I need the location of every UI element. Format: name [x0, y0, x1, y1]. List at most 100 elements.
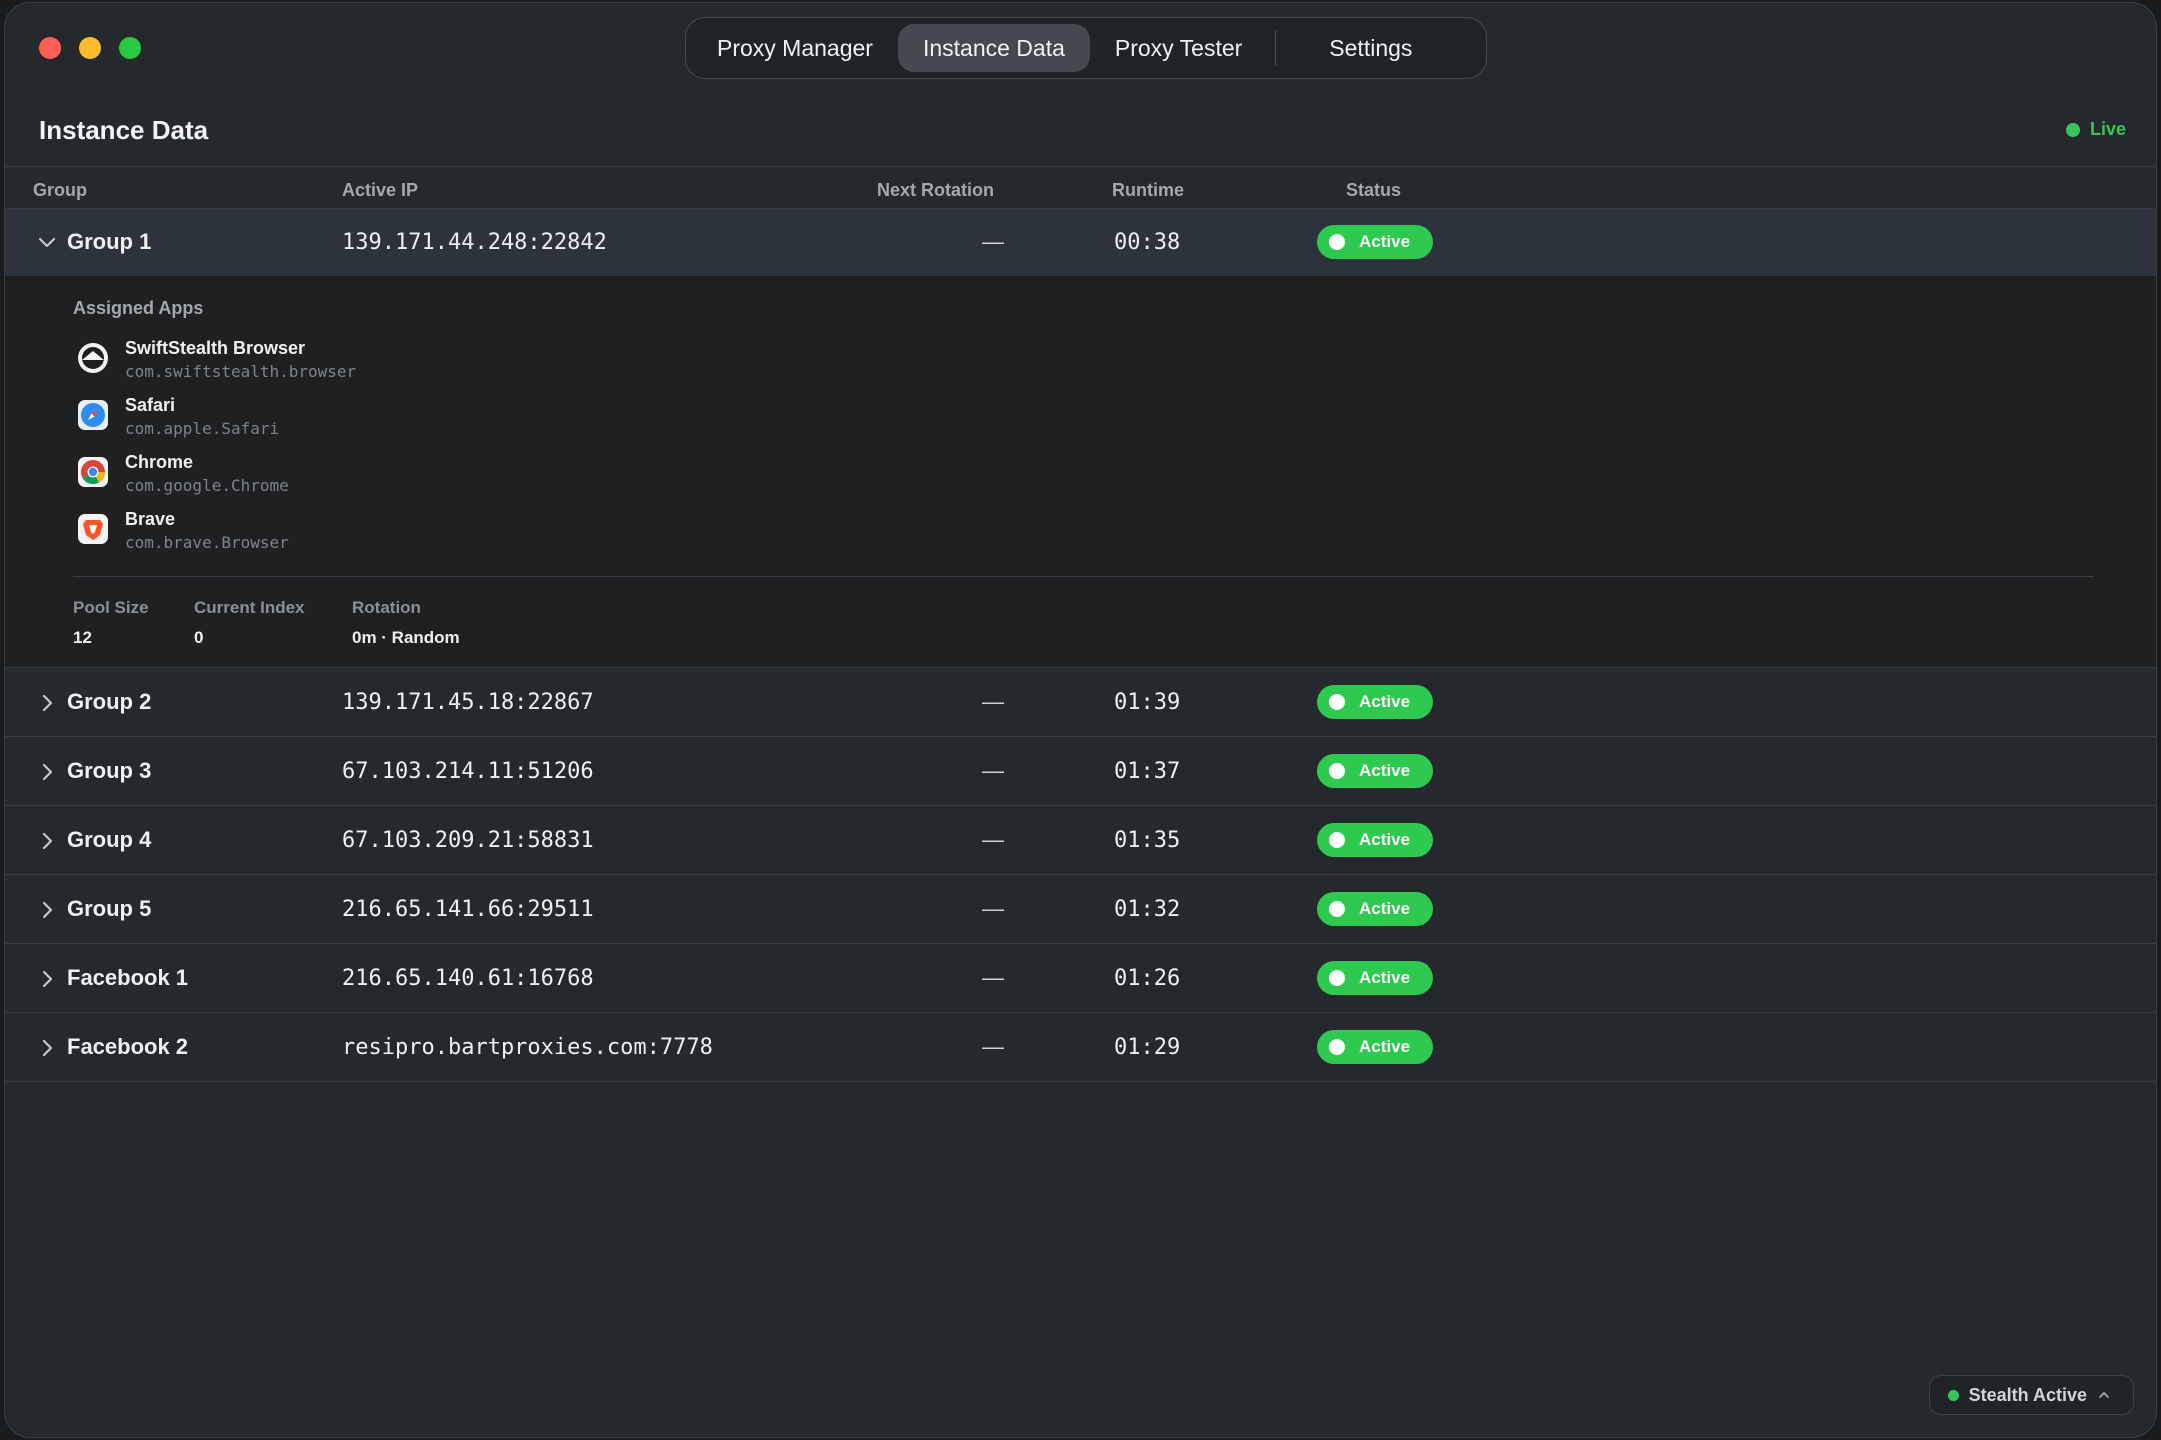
- active-ip: 67.103.209.21:58831: [342, 828, 594, 853]
- stealth-label: Stealth Active: [1968, 1384, 2087, 1405]
- group-name: Group 3: [67, 758, 152, 783]
- column-header-group[interactable]: Group: [33, 180, 87, 201]
- table-row-group-3[interactable]: Group 3 67.103.214.11:51206 — 01:37 Acti…: [5, 738, 2156, 806]
- table-row-group-2[interactable]: Group 2 139.171.45.18:22867 — 01:39 Acti…: [5, 669, 2156, 737]
- rotation-stat: Rotation 0m · Random: [352, 598, 460, 648]
- status-badge: Active: [1317, 685, 1433, 719]
- window-controls: [39, 37, 141, 59]
- chevron-right-icon[interactable]: [37, 831, 57, 851]
- stealth-status-button[interactable]: Stealth Active: [1928, 1375, 2134, 1415]
- app-name: Chrome: [125, 452, 194, 472]
- status-badge: Active: [1317, 754, 1433, 788]
- runtime: 01:35: [1114, 828, 1181, 853]
- tab-proxy-manager[interactable]: Proxy Manager: [692, 24, 898, 72]
- chevron-right-icon[interactable]: [37, 1038, 57, 1058]
- table-row-group-5[interactable]: Group 5 216.65.141.66:29511 — 01:32 Acti…: [5, 876, 2156, 944]
- chevron-right-icon[interactable]: [37, 762, 57, 782]
- next-rotation: —: [982, 758, 1004, 783]
- next-rotation: —: [982, 965, 1004, 990]
- runtime: 01:32: [1114, 897, 1181, 922]
- group-name: Group 5: [67, 896, 152, 921]
- runtime: 01:39: [1114, 690, 1181, 715]
- live-dot-icon: [2065, 122, 2080, 137]
- live-label: Live: [2089, 119, 2126, 139]
- live-indicator: Live: [2065, 119, 2126, 140]
- runtime: 01:37: [1114, 759, 1181, 784]
- column-header-next-rotation[interactable]: Next Rotation: [877, 180, 994, 201]
- status-label: Active: [1359, 830, 1411, 849]
- status-badge: Active: [1317, 892, 1433, 926]
- status-dot-icon: [1329, 763, 1345, 779]
- column-header-runtime[interactable]: Runtime: [1112, 180, 1184, 201]
- table-row-group-4[interactable]: Group 4 67.103.209.21:58831 — 01:35 Acti…: [5, 807, 2156, 875]
- column-header-active-ip[interactable]: Active IP: [342, 180, 418, 201]
- app-name: Brave: [125, 509, 176, 529]
- status-dot-icon: [1329, 694, 1345, 710]
- expanded-details-panel: Assigned Apps SwiftStealth Browser com.s…: [5, 276, 2156, 668]
- app-window: Proxy Manager Instance Data Proxy Tester…: [4, 2, 2157, 1438]
- pool-size-stat: Pool Size 12: [73, 598, 149, 648]
- status-badge: Active: [1317, 1030, 1433, 1064]
- minimize-window-button[interactable]: [79, 37, 101, 59]
- status-badge: Active: [1317, 961, 1433, 995]
- chrome-icon: [78, 457, 108, 487]
- active-ip: 216.65.141.66:29511: [342, 897, 594, 922]
- chevron-right-icon[interactable]: [37, 693, 57, 713]
- table-row-group-1[interactable]: Group 1 139.171.44.248:22842 — 00:38 Act…: [5, 209, 2156, 277]
- status-badge: Active: [1317, 225, 1433, 259]
- runtime: 01:26: [1114, 966, 1181, 991]
- app-bundle-id: com.apple.Safari: [125, 419, 280, 438]
- current-index-value: 0: [194, 628, 204, 647]
- column-header-status[interactable]: Status: [1346, 180, 1401, 201]
- app-name: Safari: [125, 395, 176, 415]
- group-name: Facebook 2: [67, 1034, 189, 1059]
- pool-size-value: 12: [73, 628, 92, 647]
- chevron-right-icon[interactable]: [37, 900, 57, 920]
- runtime: 00:38: [1114, 230, 1181, 255]
- table-row-facebook-1[interactable]: Facebook 1 216.65.140.61:16768 — 01:26 A…: [5, 945, 2156, 1013]
- current-index-label: Current Index: [194, 598, 305, 617]
- app-bundle-id: com.brave.Browser: [125, 533, 289, 552]
- brave-icon: [78, 514, 108, 544]
- status-label: Active: [1359, 692, 1411, 711]
- group-name: Group 1: [67, 229, 152, 254]
- active-ip: 216.65.140.61:16768: [342, 966, 594, 991]
- group-name: Group 4: [67, 827, 152, 852]
- group-name: Group 2: [67, 689, 152, 714]
- zoom-window-button[interactable]: [119, 37, 141, 59]
- swiftstealth-icon: [78, 343, 108, 373]
- tab-divider: [1275, 30, 1277, 66]
- active-ip: resipro.bartproxies.com:7778: [342, 1035, 713, 1060]
- table-row-facebook-2[interactable]: Facebook 2 resipro.bartproxies.com:7778 …: [5, 1014, 2156, 1082]
- status-label: Active: [1359, 968, 1411, 987]
- assigned-apps-title: Assigned Apps: [73, 298, 204, 318]
- app-bundle-id: com.swiftstealth.browser: [125, 362, 357, 381]
- close-window-button[interactable]: [39, 37, 61, 59]
- status-dot-icon: [1329, 970, 1345, 986]
- status-label: Active: [1359, 761, 1411, 780]
- next-rotation: —: [982, 827, 1004, 852]
- rotation-label: Rotation: [352, 598, 421, 617]
- next-rotation: —: [982, 1034, 1004, 1059]
- status-dot-icon: [1329, 234, 1345, 250]
- header-divider: [5, 166, 2156, 167]
- tab-instance-data[interactable]: Instance Data: [897, 24, 1090, 72]
- next-rotation: —: [982, 896, 1004, 921]
- next-rotation: —: [982, 689, 1004, 714]
- status-label: Active: [1359, 899, 1411, 918]
- tab-settings[interactable]: Settings: [1301, 24, 1440, 72]
- rotation-value: 0m · Random: [352, 628, 460, 647]
- current-index-stat: Current Index 0: [194, 598, 305, 648]
- chevron-right-icon[interactable]: [37, 969, 57, 989]
- app-bundle-id: com.google.Chrome: [125, 476, 289, 495]
- page-title: Instance Data: [39, 115, 209, 145]
- chevron-down-icon[interactable]: [37, 233, 57, 253]
- next-rotation: —: [982, 229, 1004, 254]
- app-name: SwiftStealth Browser: [125, 338, 306, 358]
- group-name: Facebook 1: [67, 965, 189, 990]
- tab-proxy-tester[interactable]: Proxy Tester: [1090, 24, 1267, 72]
- panel-divider: [73, 576, 2094, 577]
- active-ip: 139.171.45.18:22867: [342, 690, 594, 715]
- active-ip: 139.171.44.248:22842: [342, 230, 607, 255]
- chevron-up-icon: [2099, 1392, 2109, 1398]
